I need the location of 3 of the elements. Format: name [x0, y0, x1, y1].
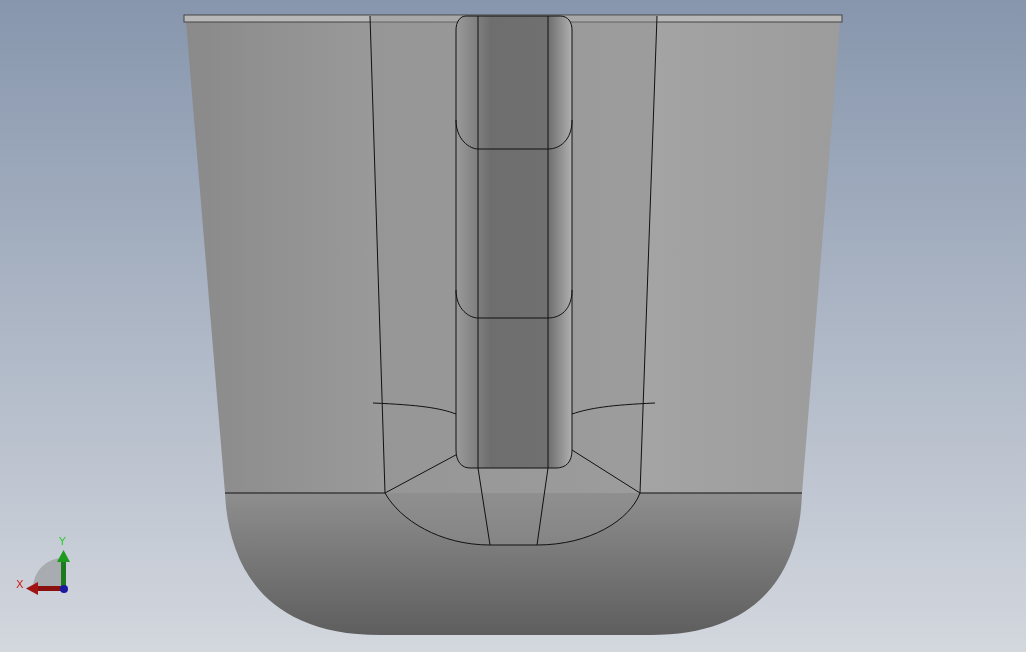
- y-axis-label: Y: [59, 535, 66, 548]
- x-axis-label: X: [16, 578, 24, 591]
- origin-icon: [60, 585, 68, 593]
